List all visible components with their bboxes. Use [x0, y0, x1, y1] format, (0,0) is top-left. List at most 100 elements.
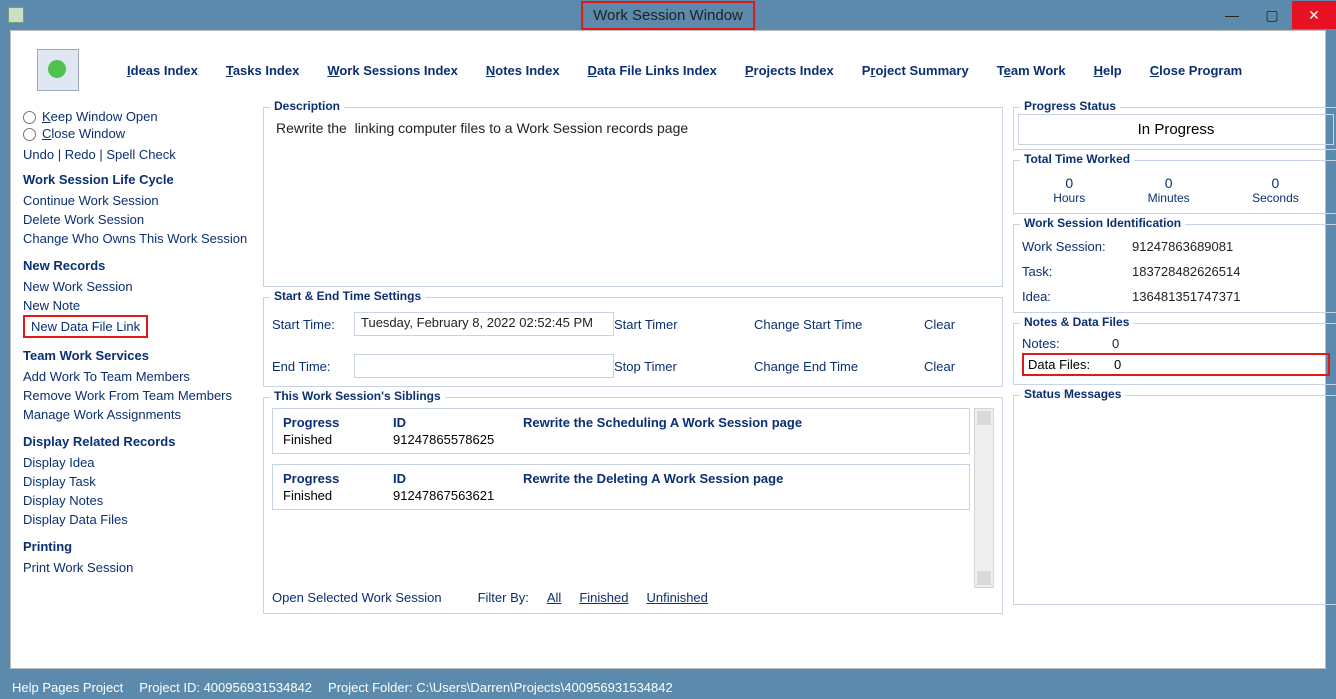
minutes-value: 0 — [1148, 175, 1190, 191]
total-time-legend: Total Time Worked — [1020, 152, 1134, 166]
app-icon — [8, 7, 24, 23]
titlebar: Work Session Window — ▢ ✕ — [0, 0, 1336, 30]
sibling-item[interactable]: Progress ID Rewrite the Deleting A Work … — [272, 464, 970, 510]
label-close-window[interactable]: Close Window — [42, 126, 125, 141]
time-settings-legend: Start & End Time Settings — [270, 289, 425, 303]
description-legend: Description — [270, 99, 344, 113]
minimize-button[interactable]: — — [1212, 1, 1252, 29]
data-files-label: Data Files: — [1028, 357, 1114, 372]
menu-data-file-links-index[interactable]: Data File Links Index — [588, 63, 717, 78]
link-new-ws[interactable]: New Work Session — [23, 277, 251, 296]
heading-display: Display Related Records — [23, 434, 251, 449]
status-project-folder: Project Folder: C:\Users\Darren\Projects… — [328, 680, 673, 695]
menu-notes-index[interactable]: Notes Index — [486, 63, 560, 78]
link-display-task[interactable]: Display Task — [23, 472, 251, 491]
start-time-value[interactable]: Tuesday, February 8, 2022 02:52:45 PM — [354, 312, 614, 336]
undo-link[interactable]: Undo — [23, 147, 54, 162]
seconds-value: 0 — [1252, 175, 1299, 191]
end-time-value[interactable] — [354, 354, 614, 378]
progress-status-legend: Progress Status — [1020, 99, 1120, 113]
notes-files-legend: Notes & Data Files — [1020, 315, 1133, 329]
maximize-button[interactable]: ▢ — [1252, 1, 1292, 29]
menu-projects-index[interactable]: Projects Index — [745, 63, 834, 78]
hours-label: Hours — [1053, 191, 1085, 205]
filter-unfinished[interactable]: Unfinished — [646, 590, 707, 605]
window-frame: Work Session Window — ▢ ✕ Ideas Index Ta… — [0, 0, 1336, 699]
label-keep-open[interactable]: Keep Window Open — [42, 109, 158, 124]
menu-work-sessions-index[interactable]: Work Sessions Index — [327, 63, 458, 78]
status-help: Help Pages Project — [12, 680, 123, 695]
task-id-label: Task: — [1022, 264, 1132, 279]
data-files-value: 0 — [1114, 357, 1324, 372]
link-new-data-file-link[interactable]: New Data File Link — [23, 315, 148, 338]
spell-check-link[interactable]: Spell Check — [106, 147, 175, 162]
filter-finished[interactable]: Finished — [579, 590, 628, 605]
sib-progress: Finished — [283, 488, 393, 503]
link-display-notes[interactable]: Display Notes — [23, 491, 251, 510]
sibling-item[interactable]: Progress ID Rewrite the Scheduling A Wor… — [272, 408, 970, 454]
ws-id-value: 91247863689081 — [1132, 239, 1330, 254]
filter-all[interactable]: All — [547, 590, 561, 605]
minutes-label: Minutes — [1148, 191, 1190, 205]
notes-files-group: Notes & Data Files Notes:0 Data Files:0 — [1013, 323, 1336, 385]
statusbar: Help Pages Project Project ID: 400956931… — [0, 675, 1336, 699]
link-print-ws[interactable]: Print Work Session — [23, 558, 251, 577]
sib-desc: Rewrite the Deleting A Work Session page — [523, 471, 959, 486]
description-group: Description — [263, 107, 1003, 287]
link-add-team[interactable]: Add Work To Team Members — [23, 367, 251, 386]
sib-progress: Finished — [283, 432, 393, 447]
sib-header-id: ID — [393, 415, 523, 430]
status-messages-group: Status Messages — [1013, 395, 1336, 605]
client-area: Ideas Index Tasks Index Work Sessions In… — [10, 30, 1326, 669]
link-display-data-files[interactable]: Display Data Files — [23, 510, 251, 529]
link-display-idea[interactable]: Display Idea — [23, 453, 251, 472]
seconds-label: Seconds — [1252, 191, 1299, 205]
heading-printing: Printing — [23, 539, 251, 554]
change-end-link[interactable]: Change End Time — [754, 359, 924, 374]
notes-label: Notes: — [1022, 336, 1112, 351]
menu-project-summary[interactable]: Project Summary — [862, 63, 969, 78]
link-new-note[interactable]: New Note — [23, 296, 251, 315]
status-project-id: Project ID: 400956931534842 — [139, 680, 312, 695]
right-panel: Progress Status In Progress Total Time W… — [1013, 103, 1336, 666]
link-change-owner[interactable]: Change Who Owns This Work Session — [23, 229, 251, 248]
start-timer-link[interactable]: Start Timer — [614, 317, 754, 332]
link-remove-team[interactable]: Remove Work From Team Members — [23, 386, 251, 405]
siblings-group: This Work Session's Siblings Progress ID… — [263, 397, 1003, 614]
menu-tasks-index[interactable]: Tasks Index — [226, 63, 299, 78]
link-continue-ws[interactable]: Continue Work Session — [23, 191, 251, 210]
radio-keep-open[interactable] — [23, 111, 36, 124]
heading-lifecycle: Work Session Life Cycle — [23, 172, 251, 187]
ws-id-label: Work Session: — [1022, 239, 1132, 254]
sib-header-progress: Progress — [283, 415, 393, 430]
open-selected-link[interactable]: Open Selected Work Session — [272, 590, 442, 605]
notes-value: 0 — [1112, 336, 1330, 351]
change-start-link[interactable]: Change Start Time — [754, 317, 924, 332]
hours-value: 0 — [1053, 175, 1085, 191]
clear-start-link[interactable]: Clear — [924, 317, 994, 332]
siblings-scrollbar[interactable] — [974, 408, 994, 588]
radio-close-window[interactable] — [23, 128, 36, 141]
menu-team-work[interactable]: Team Work — [997, 63, 1066, 78]
progress-status-value: In Progress — [1018, 114, 1334, 145]
menu-ideas-index[interactable]: Ideas Index — [127, 63, 198, 78]
center-panel: Description Start & End Time Settings St… — [263, 103, 1009, 666]
link-manage-assignments[interactable]: Manage Work Assignments — [23, 405, 251, 424]
identification-group: Work Session Identification Work Session… — [1013, 224, 1336, 313]
menu-close-program[interactable]: Close Program — [1150, 63, 1242, 78]
sib-id: 91247867563621 — [393, 488, 523, 503]
sib-desc: Rewrite the Scheduling A Work Session pa… — [523, 415, 959, 430]
close-button[interactable]: ✕ — [1292, 1, 1336, 29]
link-delete-ws[interactable]: Delete Work Session — [23, 210, 251, 229]
redo-link[interactable]: Redo — [65, 147, 96, 162]
description-input[interactable] — [272, 118, 994, 268]
left-panel: Keep Window Open Close Window Undo | Red… — [15, 103, 259, 666]
time-settings-group: Start & End Time Settings Start Time: Tu… — [263, 297, 1003, 387]
stop-timer-link[interactable]: Stop Timer — [614, 359, 754, 374]
menu-help[interactable]: Help — [1094, 63, 1122, 78]
start-time-label: Start Time: — [272, 317, 354, 332]
heading-new-records: New Records — [23, 258, 251, 273]
idea-id-label: Idea: — [1022, 289, 1132, 304]
menubar: Ideas Index Tasks Index Work Sessions In… — [11, 31, 1325, 103]
clear-end-link[interactable]: Clear — [924, 359, 994, 374]
